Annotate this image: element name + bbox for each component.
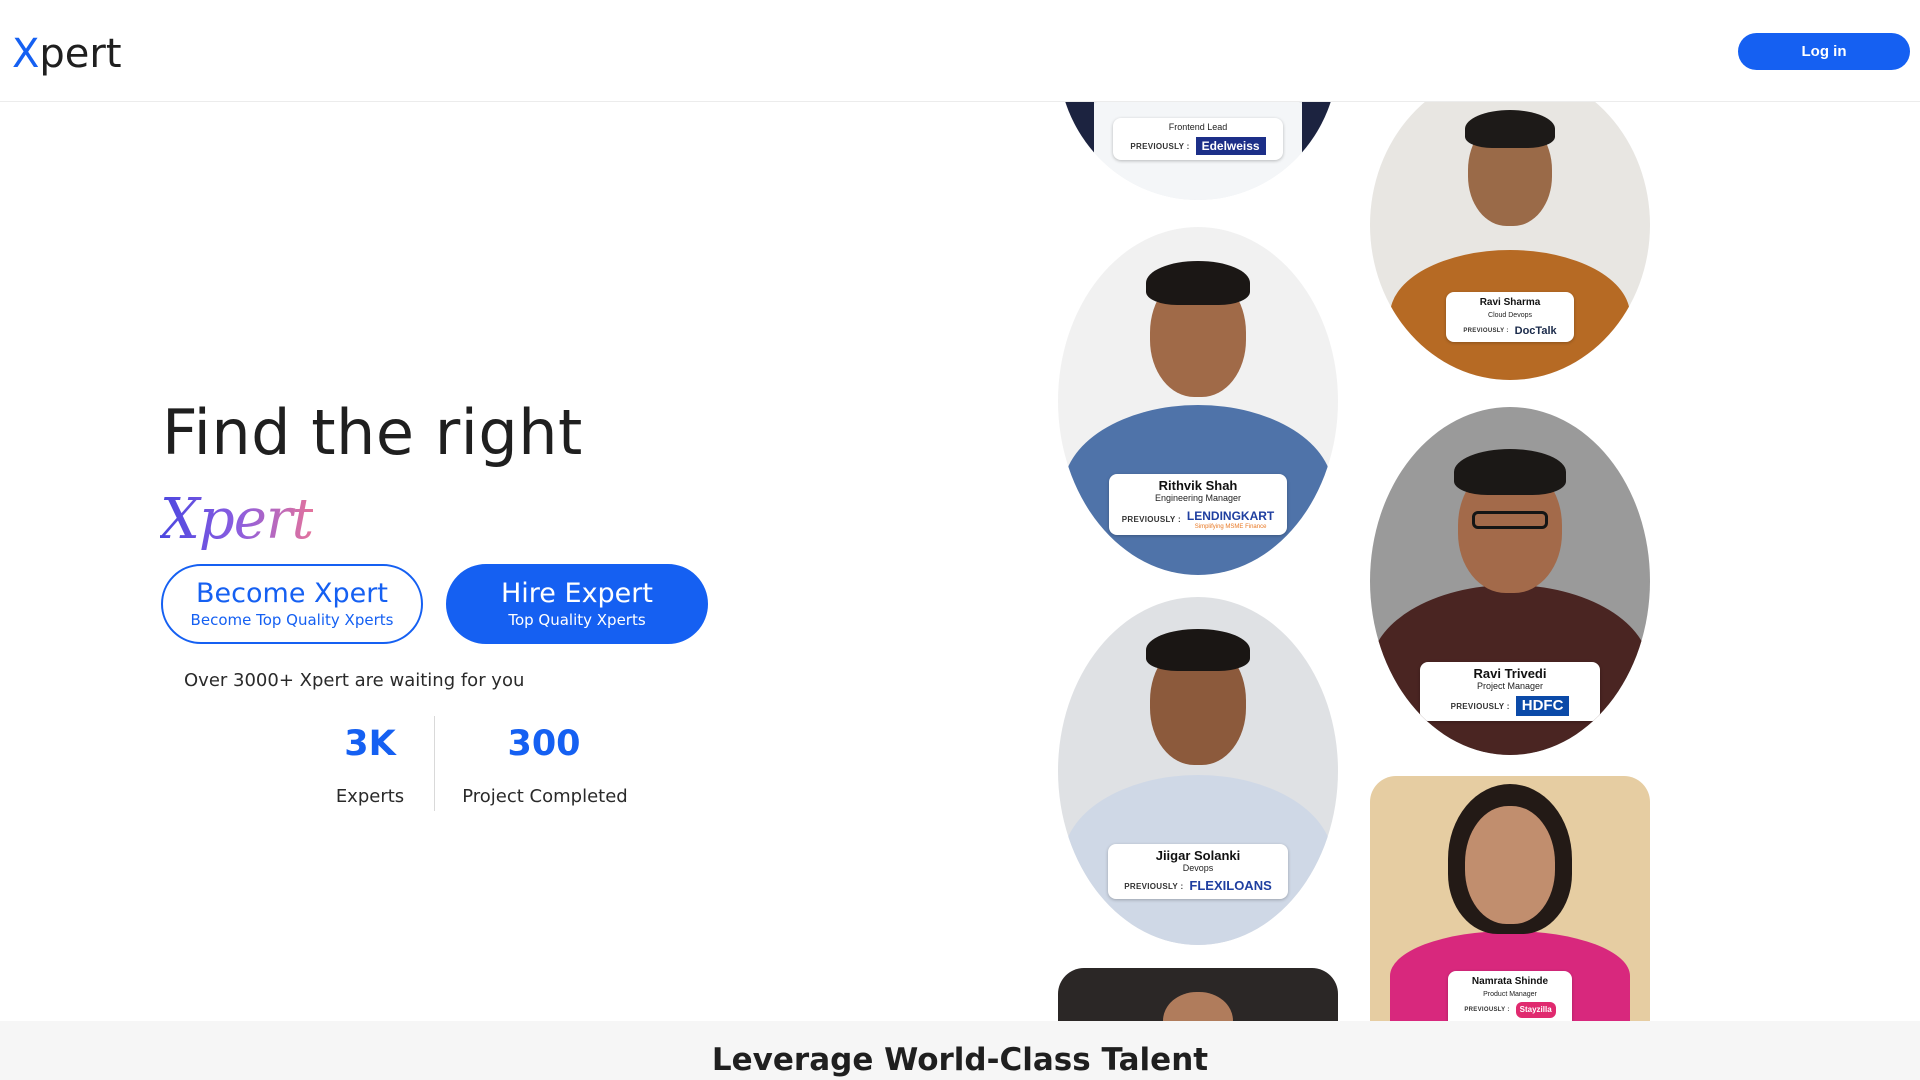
company-logo-hdfc: HDFC [1515,696,1570,716]
company-logo-flexiloans: FLEXILOANS [1189,878,1272,893]
company-logo-doctalk: DocTalk [1514,325,1557,337]
profile-card-jiigar-solanki[interactable]: Jiigar Solanki Devops PREVIOUSLY : FLEXI… [1058,597,1338,945]
profile-role: Product Manager [1483,991,1537,998]
previously-row: PREVIOUSLY : FLEXILOANS [1114,878,1282,894]
waiting-text: Over 3000+ Xpert are waiting for you [184,670,525,691]
profile-name: Rithvik Shah [1158,478,1238,493]
profile-name: Ravi Trivedi [1473,666,1547,681]
profile-card-frontend-lead[interactable]: Frontend Lead PREVIOUSLY : Edelweiss [1058,102,1338,200]
hire-expert-label: Hire Expert [501,578,653,609]
previously-label: PREVIOUSLY : [1130,141,1190,151]
profile-role: Devops [1182,863,1214,873]
profile-role: Frontend Lead [1168,122,1228,132]
glasses-icon [1472,511,1548,529]
projects-stat-value: 300 [507,724,581,764]
login-button[interactable]: Log in [1738,33,1910,70]
profile-tag: Ravi Trivedi Project Manager PREVIOUSLY … [1420,662,1600,721]
experts-stat-value: 3K [344,724,396,764]
profile-card-namrata-shinde[interactable]: Namrata Shinde Product Manager PREVIOUSL… [1370,776,1650,1021]
top-header: Xpert Log in [0,0,1920,102]
company-tagline: Simplifying MSME Finance [1194,524,1267,530]
hero-title: Find the right [162,396,583,469]
profile-card-ravi-sharma[interactable]: Ravi Sharma Cloud Devops PREVIOUSLY : Do… [1370,102,1650,380]
projects-stat-label: Project Completed [462,786,628,807]
previously-row: PREVIOUSLY : HDFC [1426,696,1594,716]
previously-row: PREVIOUSLY : Stayzilla [1452,1002,1568,1018]
previously-label: PREVIOUSLY : [1121,514,1181,524]
previously-label: PREVIOUSLY : [1450,701,1510,711]
profile-name: Namrata Shinde [1471,976,1549,987]
previously-label: PREVIOUSLY : [1464,1007,1510,1013]
profile-card-rithvik-shah[interactable]: Rithvik Shah Engineering Manager PREVIOU… [1058,227,1338,575]
hero-brand-text: Xpert [160,487,314,552]
profile-card-ravi-trivedi[interactable]: Ravi Trivedi Project Manager PREVIOUSLY … [1370,407,1650,755]
page-scrollbar[interactable] [1910,102,1920,1021]
profile-name: Jiigar Solanki [1155,848,1241,863]
stat-divider [434,716,435,811]
logo-x: X [12,31,40,77]
person-face [1465,806,1555,924]
profiles-collage: Frontend Lead PREVIOUSLY : Edelweiss Rav… [1050,102,1670,1021]
become-xpert-button[interactable]: Become Xpert Become Top Quality Xperts [161,564,423,644]
profile-tag: Jiigar Solanki Devops PREVIOUSLY : FLEXI… [1108,844,1288,899]
company-logo-edelweiss: Edelweiss [1195,137,1266,155]
person-hair [1454,449,1566,495]
previously-row: PREVIOUSLY : Edelweiss [1119,137,1277,155]
company-logo-lendingkart: LENDINGKART Simplifying MSME Finance [1187,508,1274,530]
profile-tag: Rithvik Shah Engineering Manager PREVIOU… [1109,474,1287,535]
profile-role: Cloud Devops [1488,312,1532,319]
company-logo-stayzilla: Stayzilla [1515,1002,1556,1018]
jacket-right [1302,102,1332,160]
person-hair [1465,110,1555,148]
site-logo[interactable]: Xpert [12,30,122,78]
profile-tag: Namrata Shinde Product Manager PREVIOUSL… [1448,971,1572,1021]
profile-tag: Ravi Sharma Cloud Devops PREVIOUSLY : Do… [1446,292,1574,342]
profile-card-partial[interactable] [1058,968,1338,1021]
previously-row: PREVIOUSLY : LENDINGKART Simplifying MSM… [1115,508,1281,530]
become-xpert-sublabel: Become Top Quality Xperts [190,611,394,629]
person-hair [1146,261,1250,305]
jacket-left [1064,102,1094,160]
profile-tag: Frontend Lead PREVIOUSLY : Edelweiss [1113,118,1283,160]
previously-label: PREVIOUSLY : [1124,881,1184,891]
talent-section-title: Leverage World-Class Talent [711,1042,1209,1078]
profile-name: Ravi Sharma [1479,297,1541,308]
logo-rest: pert [39,31,122,77]
company-name: LENDINGKART [1186,509,1275,523]
person-hair [1146,629,1250,671]
become-xpert-label: Become Xpert [196,578,388,609]
previously-label: PREVIOUSLY : [1463,328,1509,334]
profile-role: Engineering Manager [1154,493,1242,503]
profile-role: Project Manager [1476,681,1544,691]
previously-row: PREVIOUSLY : DocTalk [1450,323,1570,339]
hire-expert-button[interactable]: Hire Expert Top Quality Xperts [446,564,708,644]
hire-expert-sublabel: Top Quality Xperts [508,611,646,629]
experts-stat-label: Experts [335,786,405,807]
